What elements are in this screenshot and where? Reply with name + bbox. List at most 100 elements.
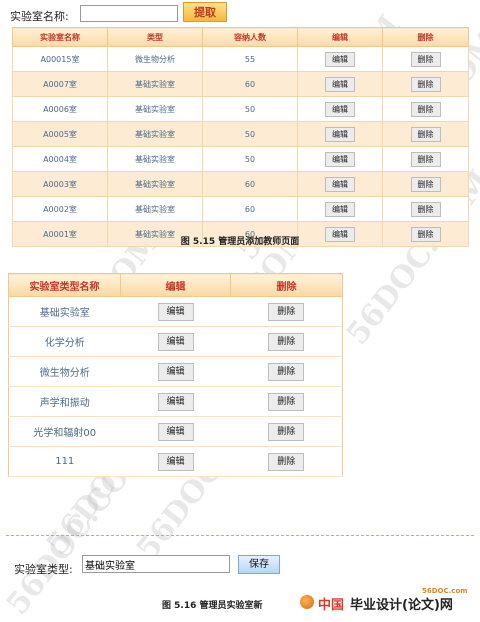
edit-button[interactable]: 编辑 [157, 362, 194, 381]
edit-button[interactable]: 编辑 [325, 151, 355, 167]
delete-button[interactable]: 删除 [268, 452, 305, 471]
search-input[interactable] [80, 5, 178, 22]
edit-button[interactable]: 编辑 [325, 101, 355, 117]
cell-edit: 编辑 [120, 356, 231, 387]
figure-caption-5-16: 图 5.16 管理员实验室新 [162, 601, 263, 611]
col-header-edit: 编辑 [120, 273, 231, 297]
cell-edit: 编辑 [297, 196, 383, 222]
delete-button[interactable]: 删除 [268, 392, 305, 411]
edit-button[interactable]: 编辑 [325, 126, 355, 142]
edit-button[interactable]: 编辑 [325, 51, 355, 67]
col-header-delete: 删除 [230, 273, 343, 297]
delete-button[interactable]: 删除 [410, 76, 441, 92]
cell-delete: 删除 [230, 356, 343, 387]
cell-type-name: 微生物分析 [8, 356, 121, 387]
cell-lab-name: A0006室 [12, 96, 108, 122]
edit-button[interactable]: 编辑 [157, 452, 194, 471]
col-header-edit: 编辑 [297, 27, 383, 47]
cell-delete: 删除 [382, 171, 469, 197]
cell-edit: 编辑 [297, 46, 383, 72]
cell-capacity: 55 [202, 46, 298, 72]
edit-button[interactable]: 编辑 [325, 76, 355, 92]
col-header-name: 实验室名称 [12, 27, 108, 47]
table-row: 微生物分析 编辑 删除 [8, 356, 343, 387]
cell-edit: 编辑 [120, 326, 231, 357]
table-row: 化学分析 编辑 删除 [8, 326, 343, 357]
cell-lab-name: A0007室 [12, 71, 108, 97]
cell-lab-name: A0005室 [12, 121, 108, 147]
table-row: 基础实验室 编辑 删除 [8, 296, 343, 327]
delete-button[interactable]: 删除 [268, 422, 305, 441]
cell-lab-name: A00015室 [12, 46, 108, 72]
col-header-delete: 删除 [382, 27, 469, 47]
fetch-button[interactable]: 提取 [183, 2, 227, 22]
cell-edit: 编辑 [120, 416, 231, 447]
logo-emblem-icon [300, 595, 314, 609]
cell-delete: 删除 [230, 446, 343, 477]
col-header-type: 类型 [107, 27, 203, 47]
cell-capacity: 60 [202, 171, 298, 197]
edit-button[interactable]: 编辑 [157, 302, 194, 321]
cell-capacity: 50 [202, 121, 298, 147]
cell-lab-type: 基础实验室 [107, 146, 203, 172]
table-row: A00015室 微生物分析 55 编辑 删除 [12, 46, 469, 72]
cell-edit: 编辑 [297, 96, 383, 122]
table-row: A0005室 基础实验室 50 编辑 删除 [12, 121, 469, 147]
cell-delete: 删除 [230, 416, 343, 447]
save-button[interactable]: 保存 [238, 555, 280, 574]
delete-button[interactable]: 删除 [410, 201, 441, 217]
edit-button[interactable]: 编辑 [325, 201, 355, 217]
cell-lab-type: 基础实验室 [107, 71, 203, 97]
cell-edit: 编辑 [120, 296, 231, 327]
figure-caption-5-15: 图 5.15 管理员添加教师页面 [180, 237, 300, 247]
lab-type-input[interactable] [82, 555, 230, 573]
cell-lab-type: 基础实验室 [107, 96, 203, 122]
cell-lab-type: 基础实验室 [107, 196, 203, 222]
table-row: A0002室 基础实验室 60 编辑 删除 [12, 196, 469, 222]
cell-capacity: 50 [202, 96, 298, 122]
logo-cn-text: 中国 [318, 598, 345, 613]
col-header-capacity: 容纳人数 [202, 27, 298, 47]
delete-button[interactable]: 删除 [410, 51, 441, 67]
cell-delete: 删除 [382, 46, 469, 72]
edit-button[interactable]: 编辑 [325, 176, 355, 192]
cell-lab-name: A0002室 [12, 196, 108, 222]
table-row: 声学和振动 编辑 删除 [8, 386, 343, 417]
delete-button[interactable]: 删除 [410, 101, 441, 117]
edit-button[interactable]: 编辑 [157, 392, 194, 411]
edit-button[interactable]: 编辑 [157, 422, 194, 441]
table-row: A0007室 基础实验室 60 编辑 删除 [12, 71, 469, 97]
cell-lab-name: A0004室 [12, 146, 108, 172]
type-table-header: 实验室类型名称 编辑 删除 [8, 273, 343, 297]
lab-table: 实验室名称 类型 容纳人数 编辑 删除 A00015室 微生物分析 55 编辑 删除 A0… [12, 27, 469, 247]
cell-delete: 删除 [382, 121, 469, 147]
cell-edit: 编辑 [297, 146, 383, 172]
col-header-type-name: 实验室类型名称 [8, 273, 121, 297]
logo-title-text: 毕业设计(论文)网 [350, 598, 453, 613]
delete-button[interactable]: 删除 [410, 176, 441, 192]
cell-lab-type: 微生物分析 [107, 46, 203, 72]
lab-table-header: 实验室名称 类型 容纳人数 编辑 删除 [12, 27, 469, 47]
cell-type-name: 光学和辐射00 [8, 416, 121, 447]
edit-button[interactable]: 编辑 [157, 332, 194, 351]
lab-type-table: 实验室类型名称 编辑 删除 基础实验室 编辑 删除 化学分析 编辑 删除 微生物分析 编辑 删除… [8, 273, 343, 477]
delete-button[interactable]: 删除 [268, 332, 305, 351]
table-row: A0004室 基础实验室 50 编辑 删除 [12, 146, 469, 172]
cell-lab-type: 基础实验室 [107, 171, 203, 197]
delete-button[interactable]: 删除 [268, 362, 305, 381]
table-row: A0003室 基础实验室 60 编辑 删除 [12, 171, 469, 197]
cell-lab-name: A0003室 [12, 171, 108, 197]
cell-edit: 编辑 [297, 121, 383, 147]
table-row: 111 编辑 删除 [8, 446, 343, 477]
delete-button[interactable]: 删除 [268, 302, 305, 321]
cell-type-name: 111 [8, 446, 121, 477]
cell-edit: 编辑 [120, 386, 231, 417]
delete-button[interactable]: 删除 [410, 151, 441, 167]
cell-delete: 删除 [230, 326, 343, 357]
section-divider [6, 535, 474, 536]
cell-delete: 删除 [382, 71, 469, 97]
table-row: A0006室 基础实验室 50 编辑 删除 [12, 96, 469, 122]
cell-capacity: 60 [202, 196, 298, 222]
delete-button[interactable]: 删除 [410, 126, 441, 142]
cell-type-name: 基础实验室 [8, 296, 121, 327]
